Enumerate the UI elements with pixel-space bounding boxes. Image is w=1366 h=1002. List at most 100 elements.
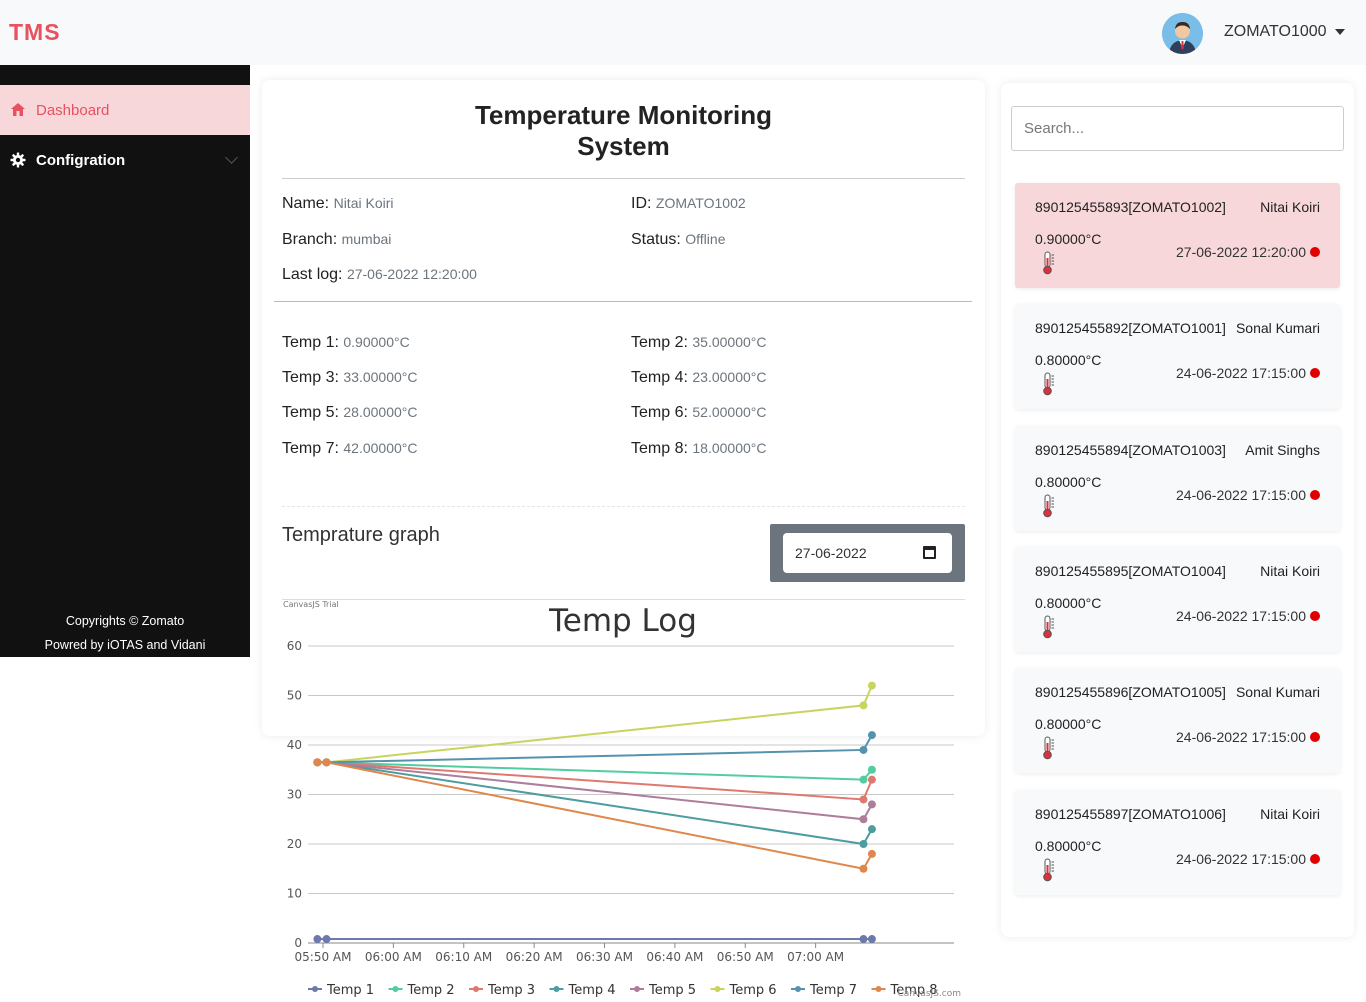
data-point (867, 825, 876, 834)
device-list-item[interactable]: 890125455892[ZOMATO1001] Sonal Kumari 0.80… (1015, 304, 1340, 409)
temp-3-field: Temp 3: 33.00000°C (282, 369, 417, 387)
device-temp-value: 0.80000°C (1035, 474, 1102, 490)
calendar-icon[interactable] (923, 546, 936, 559)
field-value: ZOMATO1002 (655, 195, 746, 211)
chart-title: Temp Log (548, 603, 697, 639)
device-timestamp: 24-06-2022 17:15:00 (1176, 487, 1306, 503)
field-value: 0.90000°C (343, 334, 410, 350)
data-point (322, 758, 331, 767)
thermometer-icon (1043, 372, 1054, 396)
legend-marker-dot (473, 986, 479, 992)
data-point (867, 731, 876, 740)
x-tick-label: 06:40 AM (646, 950, 703, 964)
device-temp-value: 0.90000°C (1035, 231, 1102, 247)
temp-5-field: Temp 5: 28.00000°C (282, 404, 417, 422)
user-avatar[interactable] (1162, 13, 1203, 54)
sidebar-item-dashboard[interactable]: Dashboard (0, 85, 250, 135)
device-list-item[interactable]: 890125455893[ZOMATO1002] Nitai Koiri 0.900… (1015, 183, 1340, 288)
field-label: Temp 5: (282, 404, 339, 421)
sidebar-item-label: Configration (36, 151, 126, 169)
field-value: Offline (685, 231, 726, 247)
temp-1-field: Temp 1: 0.90000°C (282, 334, 410, 352)
data-point (859, 864, 868, 873)
field-value: 23.00000°C (692, 369, 767, 385)
data-point (867, 775, 876, 784)
legend-entry: Temp 3 (487, 983, 535, 998)
data-point (867, 681, 876, 690)
chart-trial-label: CanvasJS Trial (283, 600, 339, 609)
avatar-icon (1162, 13, 1203, 54)
y-tick-label: 40 (287, 738, 302, 752)
gear-icon (10, 152, 26, 168)
field-value: 18.00000°C (692, 440, 767, 456)
legend-entry: Temp 6 (729, 983, 777, 998)
series-line (317, 734, 873, 764)
thermometer-icon (1043, 494, 1054, 518)
data-point (859, 745, 868, 754)
search-input[interactable] (1011, 106, 1344, 151)
field-value: 42.00000°C (343, 440, 418, 456)
last-log-field: Last log: 27-06-2022 12:20:00 (282, 266, 477, 284)
device-id-text: 890125455893[ZOMATO1002] (1035, 199, 1226, 215)
field-label: Temp 7: (282, 440, 339, 457)
thermometer-icon (1043, 615, 1054, 639)
user-name-dropdown[interactable]: ZOMATO1000 (1224, 23, 1327, 41)
temp-7-field: Temp 7: 42.00000°C (282, 440, 417, 458)
field-value: 52.00000°C (692, 404, 767, 420)
x-tick-label: 06:00 AM (365, 950, 422, 964)
date-input[interactable]: 27-06-2022 (783, 533, 952, 573)
field-label: Temp 6: (631, 404, 688, 421)
field-label: Branch: (282, 231, 338, 248)
status-field: Status: Offline (631, 231, 725, 249)
device-list-item[interactable]: 890125455896[ZOMATO1005] Sonal Kumari 0.80… (1015, 668, 1340, 773)
field-label: Temp 2: (631, 334, 688, 351)
field-value: 35.00000°C (692, 334, 767, 350)
status-dot-icon (1310, 490, 1320, 500)
status-dot-icon (1310, 732, 1320, 742)
page-title-line-2: System (577, 131, 670, 161)
field-value: Nitai Koiri (333, 195, 394, 211)
device-owner-name: Amit Singhs (1245, 442, 1320, 458)
device-timestamp: 24-06-2022 17:15:00 (1176, 851, 1306, 867)
device-id-text: 890125455896[ZOMATO1005] (1035, 684, 1226, 700)
device-temp-value: 0.80000°C (1035, 716, 1102, 732)
field-label: Temp 3: (282, 369, 339, 386)
footer-copyright: Copyrights © Zomato (65, 614, 185, 628)
y-tick-label: 0 (294, 936, 302, 950)
field-label: Name: (282, 195, 330, 212)
status-dot-icon (1310, 247, 1320, 257)
series-line (317, 761, 873, 846)
device-list-item[interactable]: 890125455894[ZOMATO1003] Amit Singhs 0.800… (1015, 426, 1340, 531)
device-list-item[interactable]: 890125455897[ZOMATO1006] Nitai Koiri 0.800… (1015, 790, 1340, 895)
device-timestamp: 24-06-2022 17:15:00 (1176, 365, 1306, 381)
divider (274, 301, 972, 302)
x-tick-label: 06:30 AM (576, 950, 633, 964)
date-picker-container: 27-06-2022 (770, 524, 965, 582)
thermometer-icon (1043, 858, 1054, 882)
y-tick-label: 10 (287, 887, 302, 901)
y-tick-label: 20 (287, 837, 302, 851)
chevron-down-icon[interactable] (225, 151, 238, 164)
legend-marker-dot (312, 986, 318, 992)
legend-marker-dot (875, 986, 882, 992)
device-temp-value: 0.80000°C (1035, 595, 1102, 611)
page-title: Temperature Monitoring System (262, 100, 985, 162)
data-point (859, 935, 868, 944)
y-tick-label: 50 (287, 689, 302, 703)
caret-down-icon[interactable] (1335, 29, 1345, 35)
sidebar-item-configration[interactable]: Configration (0, 135, 250, 185)
home-icon (11, 103, 25, 116)
legend-entry: Temp 2 (407, 983, 455, 998)
data-point (859, 701, 868, 710)
divider (282, 178, 965, 179)
brand-logo[interactable]: TMS (9, 19, 61, 46)
data-point (859, 795, 868, 804)
y-tick-label: 30 (287, 788, 302, 802)
device-list-item[interactable]: 890125455895[ZOMATO1004] Nitai Koiri 0.800… (1015, 547, 1340, 652)
data-point (313, 935, 322, 944)
legend-marker-dot (795, 986, 801, 992)
field-label: Temp 1: (282, 334, 339, 351)
field-value: 27-06-2022 12:20:00 (346, 266, 477, 282)
graph-section-title: Temprature graph (282, 524, 440, 546)
x-tick-label: 06:10 AM (435, 950, 492, 964)
